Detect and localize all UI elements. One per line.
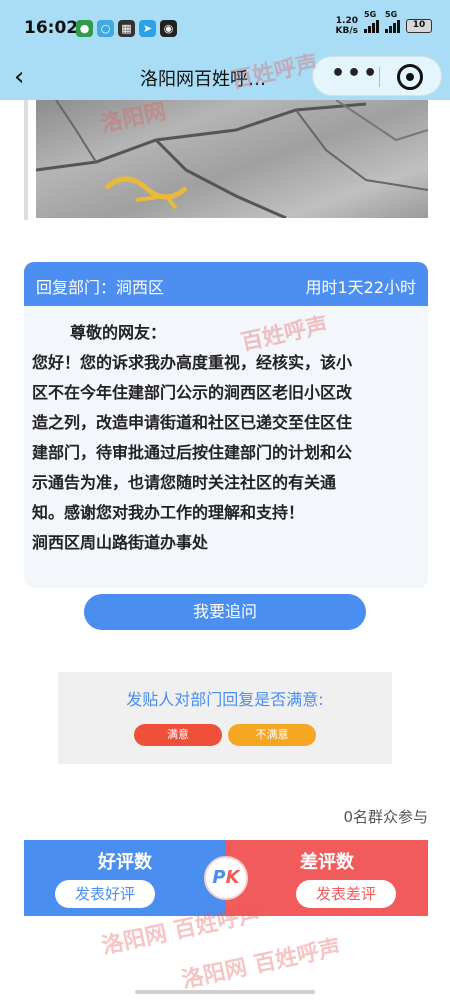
reply-line: 建部门，待审批通过后按住建部门的计划和公 bbox=[32, 443, 353, 462]
chat-notification-icon: ▦ bbox=[118, 20, 135, 37]
reply-line: 您好！您的诉求我办高度重视，经核实，该小 bbox=[32, 353, 353, 372]
status-time: 16:02 bbox=[24, 18, 79, 38]
status-bar: 16:02 ● ○ ▦ ➤ ◉ 1.20 KB/s 5G 5G 10 bbox=[0, 0, 450, 56]
reply-line: 造之列，改造申请街道和社区已递交至住区住 bbox=[32, 413, 353, 432]
reply-body: 尊敬的网友： 您好！您的诉求我办高度重视，经核实，该小 区不在今年住建部门公示的… bbox=[24, 306, 428, 558]
bad-review-section: 差评数 发表差评 bbox=[226, 840, 428, 916]
bad-review-title: 差评数 bbox=[300, 852, 354, 873]
signal-icon: 5G bbox=[364, 10, 379, 33]
signal-icon-2: 5G bbox=[385, 10, 400, 33]
app-notification-icon: ● bbox=[76, 20, 93, 37]
reply-header: 回复部门：涧西区 用时1天22小时 bbox=[24, 262, 428, 306]
nav-bar: ‹ 洛阳网百姓呼… ••• bbox=[0, 56, 450, 100]
participant-count: 0名群众参与 bbox=[343, 808, 428, 826]
watermark: 洛阳网 百姓呼声 bbox=[179, 935, 344, 994]
post-bad-review-button[interactable]: 发表差评 bbox=[296, 880, 396, 908]
review-bar: 好评数 发表好评 差评数 发表差评 PK bbox=[24, 840, 428, 916]
reply-signature: 涧西区周山路街道办事处 bbox=[32, 533, 209, 552]
more-menu-button[interactable]: ••• bbox=[331, 63, 377, 91]
satisfaction-panel: 发贴人对部门回复是否满意: 满意 不满意 bbox=[58, 672, 392, 764]
cracked-pavement-photo[interactable] bbox=[36, 100, 428, 218]
reply-line: 知。感谢您对我办工作的理解和支持！ bbox=[32, 503, 305, 522]
reply-greeting: 尊敬的网友： bbox=[70, 323, 167, 342]
photo-accent-bar bbox=[24, 100, 28, 220]
capsule-divider bbox=[379, 67, 380, 87]
reply-line: 区不在今年住建部门公示的涧西区老旧小区改 bbox=[32, 383, 353, 402]
pavement-cracks bbox=[36, 100, 428, 218]
reply-department: 回复部门：涧西区 bbox=[36, 278, 165, 297]
good-review-section: 好评数 发表好评 bbox=[24, 840, 226, 916]
post-photo-area bbox=[24, 100, 428, 220]
qq-icon: ◉ bbox=[160, 20, 177, 37]
status-indicators: 1.20 KB/s 5G 5G 10 bbox=[335, 10, 432, 36]
satisfaction-title: 发贴人对部门回复是否满意: bbox=[126, 690, 324, 709]
good-review-title: 好评数 bbox=[98, 852, 152, 873]
satisfied-button[interactable]: 满意 bbox=[134, 724, 222, 746]
unsatisfied-button[interactable]: 不满意 bbox=[228, 724, 316, 746]
close-program-button[interactable] bbox=[397, 64, 423, 90]
telegram-icon: ➤ bbox=[139, 20, 156, 37]
department-reply-card: 回复部门：涧西区 用时1天22小时 尊敬的网友： 您好！您的诉求我办高度重视，经… bbox=[24, 262, 428, 588]
post-good-review-button[interactable]: 发表好评 bbox=[55, 880, 155, 908]
back-arrow-icon[interactable]: ‹ bbox=[14, 62, 40, 94]
reply-line: 示通告为准，也请您随时关注社区的有关通 bbox=[32, 473, 337, 492]
battery-icon: 10 bbox=[406, 19, 432, 33]
network-speed: 1.20 KB/s bbox=[335, 16, 358, 36]
follow-up-button[interactable]: 我要追问 bbox=[84, 594, 366, 630]
pk-badge: PK bbox=[204, 856, 248, 900]
mini-program-capsule: ••• bbox=[312, 56, 442, 96]
circle-notification-icon: ○ bbox=[97, 20, 114, 37]
reply-duration: 用时1天22小时 bbox=[305, 278, 416, 297]
page-title: 洛阳网百姓呼… bbox=[140, 69, 266, 90]
notification-icons: ● ○ ▦ ➤ ◉ bbox=[76, 20, 177, 37]
home-indicator[interactable] bbox=[135, 990, 315, 994]
